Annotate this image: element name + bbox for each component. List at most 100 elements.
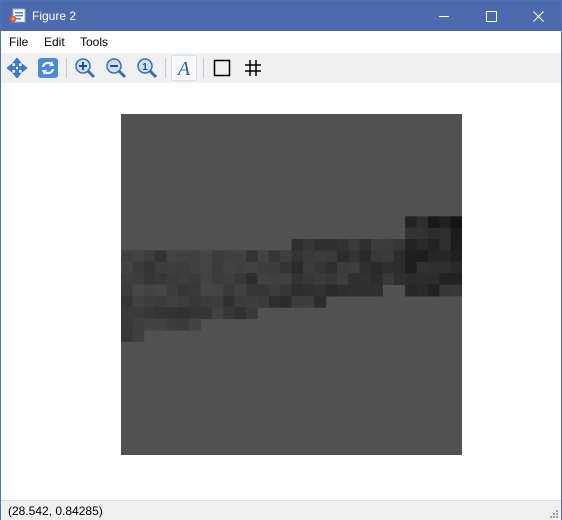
image-pixel — [189, 273, 202, 285]
image-pixel — [143, 307, 156, 320]
grid-button[interactable] — [240, 55, 266, 81]
image-pixel — [246, 307, 258, 320]
image-plot[interactable] — [121, 114, 463, 455]
image-pixel — [314, 250, 327, 263]
menu-edit[interactable]: Edit — [44, 35, 65, 49]
image-pixel — [223, 250, 236, 263]
svg-text:1: 1 — [142, 62, 148, 73]
pan-button[interactable] — [4, 55, 30, 81]
image-pixel — [359, 239, 372, 251]
image-pixel — [336, 261, 349, 274]
image-pixel — [121, 318, 133, 331]
zoom-in-icon — [75, 58, 96, 79]
minimize-icon — [438, 15, 449, 17]
image-pixel — [166, 318, 179, 331]
image-pixel — [223, 273, 236, 285]
zoom-out-button[interactable] — [103, 55, 129, 81]
menu-file[interactable]: File — [9, 35, 28, 49]
window-title: Figure 2 — [32, 9, 77, 23]
image-pixel — [405, 284, 418, 297]
image-pixel — [348, 261, 361, 274]
image-pixel — [450, 227, 463, 240]
image-pixel — [189, 261, 202, 274]
image-pixel — [257, 295, 270, 308]
image-pixel — [291, 295, 304, 308]
image-pixel — [280, 250, 292, 263]
image-pixel — [348, 250, 361, 263]
image-pixel — [439, 239, 452, 251]
image-pixel — [416, 273, 429, 285]
image-pixel — [371, 273, 383, 285]
image-pixel — [132, 307, 145, 320]
image-pixel — [450, 284, 463, 297]
image-pixel — [325, 273, 338, 285]
image-pixel — [325, 239, 338, 251]
image-pixel — [132, 318, 145, 331]
image-pixel — [200, 261, 213, 274]
image-pixel — [143, 273, 156, 285]
image-pixel — [439, 273, 452, 285]
image-pixel — [405, 261, 418, 274]
image-pixel — [189, 307, 202, 320]
figure-canvas[interactable] — [1, 83, 561, 499]
image-pixel — [450, 250, 463, 263]
image-pixel — [348, 273, 361, 285]
image-pixel — [439, 250, 452, 263]
zoom-one-button[interactable]: 1 — [134, 55, 160, 81]
image-pixel — [166, 307, 179, 320]
image-pixel — [132, 250, 145, 263]
image-pixel — [450, 261, 463, 274]
image-pixel — [155, 284, 167, 297]
image-pixel — [416, 227, 429, 240]
image-pixel — [121, 250, 133, 263]
image-pixel — [155, 318, 167, 331]
image-pixel — [189, 318, 202, 331]
menu-tools[interactable]: Tools — [80, 35, 108, 49]
image-pixel — [121, 273, 133, 285]
toolbar-separator — [203, 58, 204, 78]
resize-grip-icon[interactable] — [548, 508, 558, 518]
toolbar-separator — [165, 58, 166, 78]
image-pixel — [382, 239, 395, 251]
menu-bar: File Edit Tools — [1, 31, 561, 53]
zoom-in-button[interactable] — [72, 55, 98, 81]
close-icon — [532, 10, 544, 22]
image-pixel — [302, 284, 315, 297]
image-pixel — [177, 250, 190, 263]
minimize-button[interactable] — [421, 1, 467, 31]
image-pixel — [302, 250, 315, 263]
grayscale-image — [121, 216, 463, 342]
image-pixel — [143, 295, 156, 308]
image-pixel — [234, 295, 247, 308]
image-pixel — [257, 261, 270, 274]
maximize-icon — [485, 10, 497, 22]
close-button[interactable] — [515, 1, 561, 31]
font-button[interactable]: A — [171, 55, 197, 81]
image-pixel — [427, 261, 440, 274]
image-pixel — [325, 284, 338, 297]
image-pixel — [291, 261, 304, 274]
image-pixel — [200, 307, 213, 320]
image-pixel — [155, 273, 167, 285]
image-pixel — [359, 273, 372, 285]
image-pixel — [427, 239, 440, 251]
app-icon — [9, 8, 26, 24]
image-pixel — [371, 261, 383, 274]
image-pixel — [336, 284, 349, 297]
image-pixel — [143, 284, 156, 297]
image-pixel — [246, 273, 258, 285]
image-pixel — [200, 273, 213, 285]
image-pixel — [246, 250, 258, 263]
image-pixel — [302, 273, 315, 285]
image-pixel — [314, 239, 327, 251]
image-pixel — [257, 250, 270, 263]
image-pixel — [200, 250, 213, 263]
rectangle-button[interactable] — [209, 55, 235, 81]
image-pixel — [177, 261, 190, 274]
maximize-button[interactable] — [468, 1, 514, 31]
figure-window: Figure 2 File Edit Tools 1 A (28.542, 0.… — [0, 0, 562, 520]
title-bar[interactable]: Figure 2 — [1, 1, 561, 31]
reset-button[interactable] — [35, 55, 61, 81]
image-pixel — [121, 329, 133, 342]
image-pixel — [291, 273, 304, 285]
